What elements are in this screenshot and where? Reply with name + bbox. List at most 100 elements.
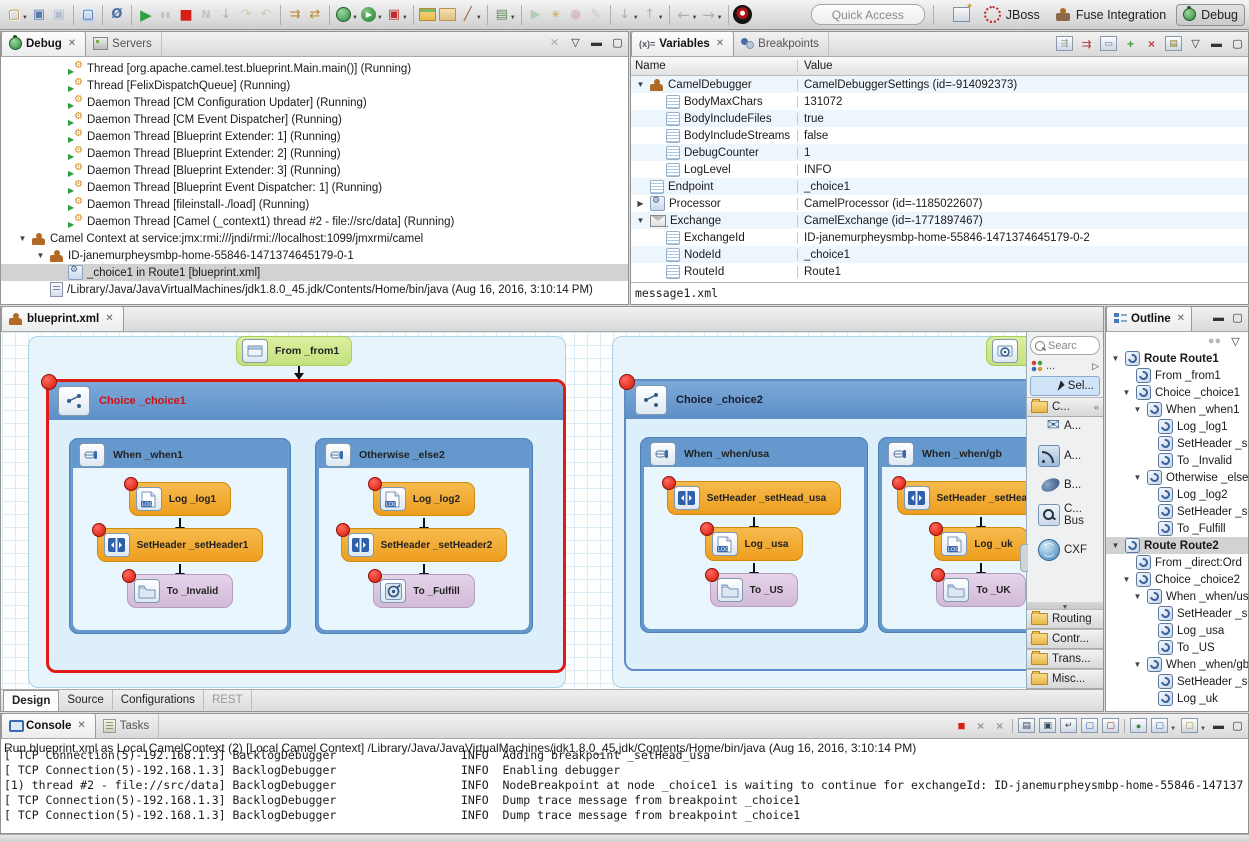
tab-blueprint-xml[interactable]: blueprint.xml ✕: [1, 306, 124, 331]
branch-otherwise-_else2[interactable]: Otherwise _else2 LOG Log _log2 SetHeader _s…: [315, 438, 533, 634]
add-variable-button[interactable]: [1123, 37, 1138, 50]
outline-tree-row[interactable]: ▼ Otherwise _else2: [1106, 469, 1248, 486]
node-choice1-container[interactable]: Choice _choice1 When _when1 LOG Log _log1 S…: [41, 374, 566, 673]
palette-item-mail[interactable]: ✉ A...: [1027, 413, 1103, 439]
close-icon[interactable]: ✕: [716, 38, 724, 49]
variable-row[interactable]: NodeId _choice1: [631, 246, 1248, 263]
variable-row[interactable]: ExchangeId ID-janemurpheysmbp-home-55846-…: [631, 229, 1248, 246]
skip-all-breakpoints-button[interactable]: [107, 4, 127, 26]
node-log-_log1[interactable]: LOG Log _log1: [123, 477, 232, 516]
outline-tree-row[interactable]: ▼ Choice _choice1: [1106, 384, 1248, 401]
page-tab-source[interactable]: Source: [59, 690, 113, 710]
outline-tree-row[interactable]: To _US: [1106, 639, 1248, 656]
outline-tree-row[interactable]: To _Invalid: [1106, 452, 1248, 469]
debug-button[interactable]: [334, 4, 354, 26]
breakpoint-dot[interactable]: [661, 476, 676, 490]
page-tab-configurations[interactable]: Configurations: [113, 690, 204, 710]
branch-header[interactable]: Otherwise _else2: [319, 442, 529, 468]
breakpoint-dot[interactable]: [91, 523, 106, 537]
previous-annotation-button[interactable]: [640, 4, 660, 26]
show-stderr-button[interactable]: [1102, 718, 1120, 733]
node-to-_fulfill[interactable]: To _Fulfill: [368, 569, 475, 608]
minimize-icon[interactable]: ▬: [1211, 312, 1226, 324]
palette-expand-icon[interactable]: ▷: [1092, 361, 1099, 372]
next-annotation-button[interactable]: [615, 4, 635, 26]
variable-detail-pane[interactable]: message1.xml: [631, 282, 1248, 304]
close-icon[interactable]: ✕: [105, 313, 113, 324]
run-server-button[interactable]: [526, 4, 546, 26]
palette-item-rss[interactable]: A...: [1027, 439, 1103, 473]
debug-tree-row[interactable]: ▼ Camel Context at service:jmx:rmi:///jnd…: [1, 230, 628, 247]
variable-row[interactable]: LogLevel INFO: [631, 161, 1248, 178]
display-console-button[interactable]: [1151, 718, 1169, 733]
pin-console-button[interactable]: [1130, 718, 1148, 733]
maximize-icon[interactable]: ▢: [610, 36, 625, 49]
remove-variable-button[interactable]: [1144, 37, 1159, 50]
tab-breakpoints[interactable]: Breakpoints: [734, 32, 829, 56]
breakpoint-dot[interactable]: [699, 522, 714, 536]
palette-search-input[interactable]: Searc: [1030, 336, 1100, 355]
show-type-names-button[interactable]: [1165, 36, 1182, 51]
node-choice2-container[interactable]: Choice _choice2 When _when/usa SetHeader …: [619, 374, 1084, 671]
outline-tree-row[interactable]: SetHeader _setHead_usa: [1106, 605, 1248, 622]
debug-tree-row[interactable]: Thread [FelixDispatchQueue] (Running): [1, 77, 628, 94]
branch-body[interactable]: LOG Log _log1 SetHeader _setHeader1 To _Inv…: [73, 468, 287, 630]
debug-tree-row[interactable]: Thread [org.apache.camel.test.blueprint.…: [1, 60, 628, 77]
outline-tree-row[interactable]: ▼ When _when/gb: [1106, 656, 1248, 673]
palette-drawer-routing[interactable]: Routing: [1027, 609, 1103, 629]
outline-filter-icon[interactable]: ●●: [1207, 335, 1222, 347]
new-wizard-button[interactable]: [4, 4, 24, 26]
step-filters-edit-button[interactable]: [305, 4, 325, 26]
close-icon[interactable]: ✕: [1177, 313, 1185, 324]
close-icon[interactable]: ✕: [77, 720, 85, 731]
step-over-button[interactable]: [236, 4, 256, 26]
variable-row[interactable]: ▼ Exchange CamelExchange (id=-1771897467): [631, 212, 1248, 229]
expander-icon[interactable]: ▼: [1121, 388, 1132, 397]
node-log-_usa[interactable]: LOG Log _usa: [699, 522, 804, 561]
console-view-button[interactable]: [78, 4, 98, 26]
palette-select-tool[interactable]: Sel...: [1030, 376, 1100, 396]
breakpoint-dot[interactable]: [891, 476, 906, 490]
expander-icon[interactable]: ▼: [1132, 473, 1143, 482]
server-tools-button[interactable]: [492, 4, 512, 26]
palette-item-controlbus[interactable]: C... Bus: [1027, 497, 1103, 533]
variable-row[interactable]: RouteId Route1: [631, 263, 1248, 280]
page-tab-design[interactable]: Design: [3, 690, 60, 711]
paintbrush-button[interactable]: [458, 4, 478, 26]
maximize-icon[interactable]: ▢: [1230, 311, 1245, 324]
node-to-_uk[interactable]: To _UK: [931, 568, 1026, 607]
debug-tree-row[interactable]: Daemon Thread [Camel (_context1) thread …: [1, 213, 628, 230]
breakpoint-dot[interactable]: [121, 569, 136, 583]
debug-tree-row[interactable]: Daemon Thread [Blueprint Event Dispatche…: [1, 179, 628, 196]
word-wrap-button[interactable]: [1060, 718, 1078, 733]
expander-icon[interactable]: ▼: [1110, 541, 1121, 550]
page-tab-rest[interactable]: REST: [204, 690, 252, 710]
variable-row[interactable]: BodyMaxChars 131072: [631, 93, 1248, 110]
remove-launch-button[interactable]: [973, 719, 988, 732]
outline-tree-row[interactable]: Log _uk: [1106, 690, 1248, 707]
external-tools-button[interactable]: [384, 4, 404, 26]
open-perspective-button[interactable]: [952, 2, 973, 26]
perspective-fuse-integration[interactable]: Fuse Integration: [1050, 5, 1172, 25]
node-setheader-_sethead_usa[interactable]: SetHeader _setHead_usa: [661, 476, 842, 515]
outline-tree-row[interactable]: ▼ Choice _choice2: [1106, 571, 1248, 588]
outline-tree-row[interactable]: SetHeader _setHeader2: [1106, 503, 1248, 520]
expander-icon[interactable]: ▼: [1132, 660, 1143, 669]
open-fuse-folder-button[interactable]: [418, 4, 438, 26]
forward-button[interactable]: [699, 4, 719, 26]
outline-tree-row[interactable]: SetHeader _setHead_uk: [1106, 673, 1248, 690]
debug-tree-row[interactable]: Daemon Thread [Blueprint Extender: 2] (R…: [1, 145, 628, 162]
outline-tree-row[interactable]: To _Fulfill: [1106, 520, 1248, 537]
expander-icon[interactable]: ▼: [1132, 405, 1143, 414]
branch-body[interactable]: LOG Log _log2 SetHeader _setHeader2 To _Ful…: [319, 468, 529, 630]
outline-tree-row[interactable]: From _from1: [1106, 367, 1248, 384]
debug-tree-row[interactable]: ▼ ID-janemurpheysmbp-home-55846-147137464…: [1, 247, 628, 264]
maximize-icon[interactable]: ▢: [1230, 37, 1245, 50]
remove-all-launches-button[interactable]: [992, 719, 1007, 732]
jboss-central-button[interactable]: [733, 4, 753, 26]
outline-tree-row[interactable]: From _direct:Ord: [1106, 554, 1248, 571]
variables-table-header[interactable]: Name Value: [631, 57, 1248, 76]
pin-drawer-icon[interactable]: «: [1094, 402, 1099, 412]
expander-icon[interactable]: ▼: [17, 234, 28, 243]
debug-tree-row[interactable]: Daemon Thread [CM Event Dispatcher] (Run…: [1, 111, 628, 128]
